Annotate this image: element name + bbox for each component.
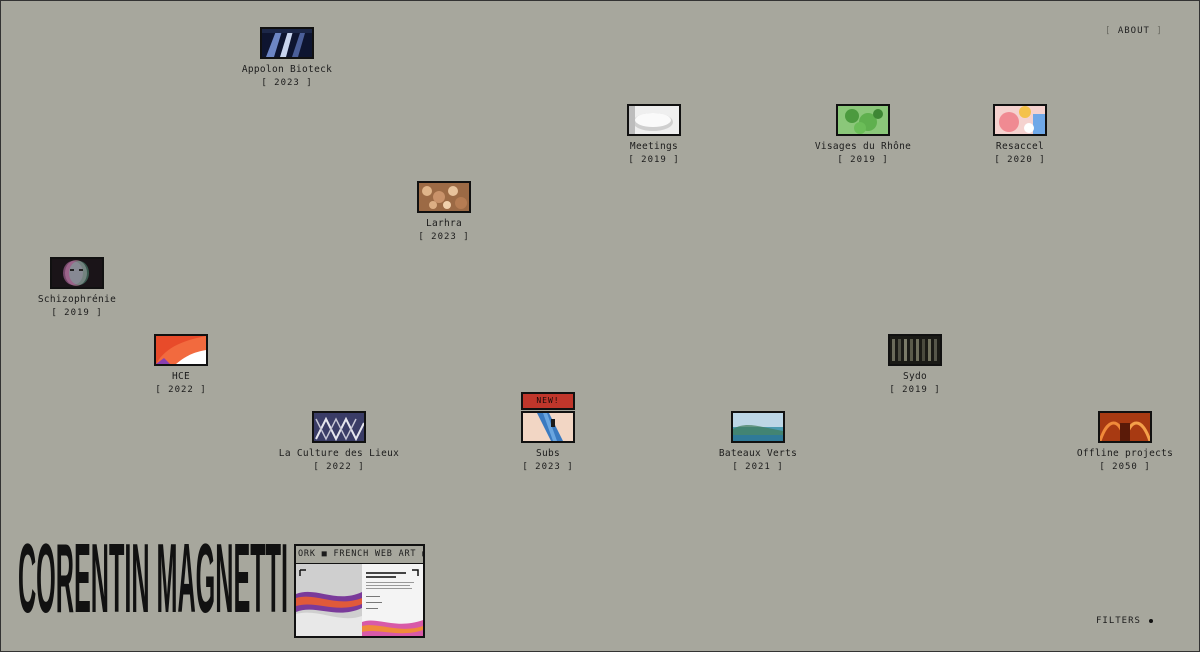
project-name: Schizophrénie [37,294,117,305]
about-bracket-close: ] [1156,26,1163,36]
project-name: Resaccel [995,141,1045,152]
new-badge: NEW! [521,392,575,410]
project-year: [ 2020 ] [994,155,1046,165]
filters-dot-icon [1148,618,1153,623]
larhra-thumbnail[interactable] [417,181,471,213]
visages-thumbnail[interactable] [836,104,890,136]
project-year: [ 2050 ] [1099,462,1151,472]
subs-thumbnail[interactable] [521,411,575,443]
culture-thumbnail[interactable] [312,411,366,443]
schizo-thumbnail[interactable] [50,257,104,289]
about-link[interactable]: [ ABOUT ] [1105,26,1163,36]
project-year: [ 2021 ] [732,462,784,472]
filters-label: FILTERS [1096,616,1141,626]
bateaux-thumbnail[interactable] [731,411,785,443]
meetings-thumbnail[interactable] [627,104,681,136]
project-year: [ 2019 ] [889,385,941,395]
offline-thumbnail[interactable] [1098,411,1152,443]
project-year: [ 2019 ] [51,308,103,318]
about-bracket-open: [ [1105,26,1112,36]
preview-image[interactable] [296,564,423,636]
project-year: [ 2023 ] [261,78,313,88]
project-year: [ 2023 ] [418,232,470,242]
featured-preview[interactable]: ORK ■ FRENCH WEB ART ■ [294,544,425,638]
project-name: Offline projects [1076,448,1174,459]
project-year: [ 2022 ] [155,385,207,395]
bioteck-thumbnail[interactable] [260,27,314,59]
about-label: ABOUT [1117,26,1150,36]
project-name: HCE [171,371,191,382]
project-name: Larhra [425,218,463,229]
project-name: Appolon Bioteck [241,64,333,75]
project-name: Sydo [902,371,928,382]
project-name: Bateaux Verts [718,448,798,459]
resaccel-thumbnail[interactable] [993,104,1047,136]
marquee-ticker: ORK ■ FRENCH WEB ART ■ [296,546,423,564]
filters-button[interactable]: FILTERS [1096,616,1153,626]
sydo-thumbnail[interactable] [888,334,942,366]
brand-logo[interactable]: CORENTIN MAGNETTI [18,539,288,639]
hce-thumbnail[interactable] [154,334,208,366]
brand-name: CORENTIN MAGNETTI [18,539,288,634]
